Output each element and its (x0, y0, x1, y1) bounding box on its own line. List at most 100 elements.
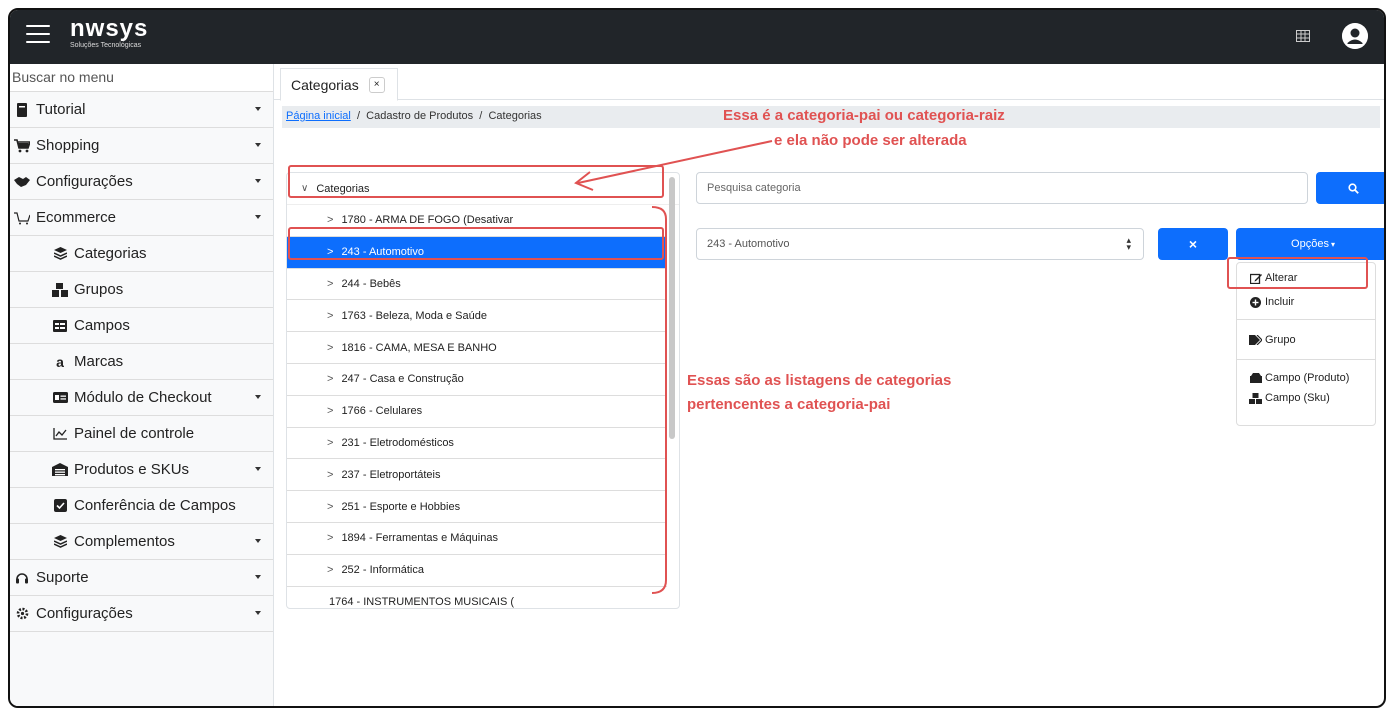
tree-row[interactable]: 1764 - INSTRUMENTOS MUSICAIS ( (287, 587, 667, 608)
sidebar-item-grupos[interactable]: Grupos (10, 272, 273, 308)
sidebar-item-modulo-checkout[interactable]: Módulo de Checkout (10, 380, 273, 416)
breadcrumb-current: Categorias (488, 110, 542, 122)
tree-row[interactable]: >251 - Esporte e Hobbies (287, 491, 667, 523)
close-icon[interactable]: × (368, 76, 385, 93)
sidebar-item-label: Campos (74, 317, 130, 334)
annotation-parent-line1: Essa é a categoria-pai ou categoria-raiz (723, 107, 1005, 124)
sidebar-item-produtos-skus[interactable]: Produtos e SKUs (10, 452, 273, 488)
annotation-alterar-highlight (1227, 257, 1368, 289)
tree-row[interactable]: >1763 - Beleza, Moda e Saúde (287, 300, 667, 333)
chevron-right-icon: > (327, 277, 334, 290)
sidebar-item-label: Produtos e SKUs (74, 461, 190, 478)
cog-icon (14, 606, 30, 622)
caret-down-icon (255, 467, 261, 471)
caret-down-icon: ▾ (1330, 239, 1335, 249)
chevron-right-icon: > (327, 405, 334, 418)
category-search-input[interactable]: Pesquisa categoria (696, 172, 1308, 204)
sidebar-item-conferencia-campos[interactable]: Conferência de Campos (10, 488, 273, 524)
sidebar-item-painel-controle[interactable]: Painel de controle (10, 416, 273, 452)
chevron-right-icon: > (327, 373, 334, 386)
headset-icon (14, 570, 30, 586)
caret-down-icon (255, 539, 261, 543)
chevron-right-icon: > (327, 500, 334, 513)
chevron-right-icon: > (327, 532, 334, 545)
tree-row[interactable]: >1766 - Celulares (287, 396, 667, 428)
caret-down-icon (255, 395, 261, 399)
cubes-icon (1249, 392, 1262, 404)
checkbox-icon (52, 498, 68, 514)
category-select[interactable]: 243 - Automotivo ▴ ▾ (696, 228, 1144, 260)
sidebar-item-label: Categorias (74, 245, 147, 262)
select-arrows-icon: ▴ ▾ (1126, 235, 1131, 252)
sidebar-item-label: Shopping (36, 137, 100, 154)
sidebar-item-marcas[interactable]: a Marcas (10, 344, 273, 380)
search-button[interactable] (1316, 172, 1384, 204)
sidebar-item-shopping[interactable]: Shopping (10, 128, 273, 164)
cart-icon (14, 138, 30, 154)
menu-item-incluir[interactable]: Incluir (1249, 293, 1294, 311)
book-icon (14, 102, 30, 118)
tree-scrollbar[interactable] (669, 177, 675, 439)
tree-row-label: 251 - Esporte e Hobbies (341, 500, 461, 513)
chevron-right-icon: > (327, 341, 334, 354)
tree-row[interactable]: >231 - Eletrodomésticos (287, 428, 667, 460)
annotation-root-highlight (288, 165, 664, 198)
annotation-children-line1: Essas são as listagens de categorias (687, 372, 952, 389)
tree-row[interactable]: >1816 - CAMA, MESA E BANHO (287, 332, 667, 364)
tree-row[interactable]: >237 - Eletroportáteis (287, 459, 667, 492)
menu-item-label: Campo (Produto) (1265, 372, 1350, 384)
sidebar-item-configuracoes-bottom[interactable]: Configurações (10, 596, 273, 632)
id-card-icon (52, 390, 68, 406)
sidebar-item-label: Configurações (36, 173, 133, 190)
category-select-value: 243 - Automotivo (707, 238, 790, 250)
sidebar-item-configuracoes-top[interactable]: Configurações (10, 164, 273, 200)
tree-row-label: 244 - Bebês (341, 277, 401, 290)
tree-row[interactable]: >252 - Informática (287, 555, 667, 587)
tree-row-label: 1780 - ARMA DE FOGO (Desativar (341, 214, 514, 227)
caret-down-icon (255, 575, 261, 579)
sidebar-search-input[interactable]: Buscar no menu (10, 64, 273, 92)
caret-down-icon (255, 215, 261, 219)
breadcrumb-home-link[interactable]: Página inicial (286, 110, 351, 122)
sidebar-item-ecommerce[interactable]: Ecommerce (10, 200, 273, 236)
breadcrumb-separator: / (356, 110, 361, 122)
search-icon (1347, 182, 1359, 194)
caret-down-icon (255, 143, 261, 147)
chevron-right-icon: > (327, 468, 334, 481)
amazon-icon: a (56, 353, 64, 370)
sidebar: Buscar no menu Tutorial Shopping Configu… (10, 64, 274, 706)
sidebar-item-complementos[interactable]: Complementos (10, 524, 273, 560)
menu-item-label: Grupo (1265, 334, 1296, 346)
tree-row[interactable]: >1894 - Ferramentas e Máquinas (287, 523, 667, 555)
sidebar-item-categorias[interactable]: Categorias (10, 236, 273, 272)
tree-row[interactable]: >244 - Bebês (287, 269, 667, 301)
chevron-right-icon: > (327, 564, 334, 577)
chevron-right-icon: > (327, 309, 334, 322)
menu-item-campo-sku[interactable]: Campo (Sku) (1249, 389, 1330, 407)
logo-text: nwsys (70, 15, 149, 42)
options-dropdown-button[interactable]: Opções ▾ (1236, 228, 1384, 260)
logo-subtitle: Soluções Tecnológicas (70, 42, 142, 49)
options-label: Opções (1291, 238, 1329, 250)
tab-categorias[interactable]: Categorias × (280, 68, 398, 101)
sidebar-item-campos[interactable]: Campos (10, 308, 273, 344)
hamburger-menu-icon[interactable] (26, 25, 50, 45)
app-window: nwsys Soluções Tecnológicas Buscar no me… (8, 8, 1386, 708)
tree-row-label: 231 - Eletrodomésticos (341, 436, 454, 449)
logo: nwsys Soluções Tecnológicas (70, 16, 148, 50)
menu-item-campo-produto[interactable]: Campo (Produto) (1249, 369, 1349, 387)
user-avatar-icon[interactable] (1342, 23, 1368, 49)
sidebar-item-label: Módulo de Checkout (74, 389, 212, 406)
handshake-icon (14, 174, 30, 190)
chevron-right-icon: > (327, 436, 334, 449)
menu-item-label: Incluir (1265, 296, 1295, 308)
sidebar-item-label: Suporte (36, 569, 89, 586)
clear-selection-button[interactable]: × (1158, 228, 1228, 260)
plus-circle-icon (1249, 296, 1262, 308)
menu-item-grupo[interactable]: Grupo (1249, 331, 1296, 349)
tree-row[interactable]: >247 - Casa e Construção (287, 364, 667, 396)
menu-divider (1237, 319, 1375, 320)
grid-icon[interactable] (1296, 30, 1310, 42)
sidebar-item-suporte[interactable]: Suporte (10, 560, 273, 596)
sidebar-item-tutorial[interactable]: Tutorial (10, 92, 273, 128)
